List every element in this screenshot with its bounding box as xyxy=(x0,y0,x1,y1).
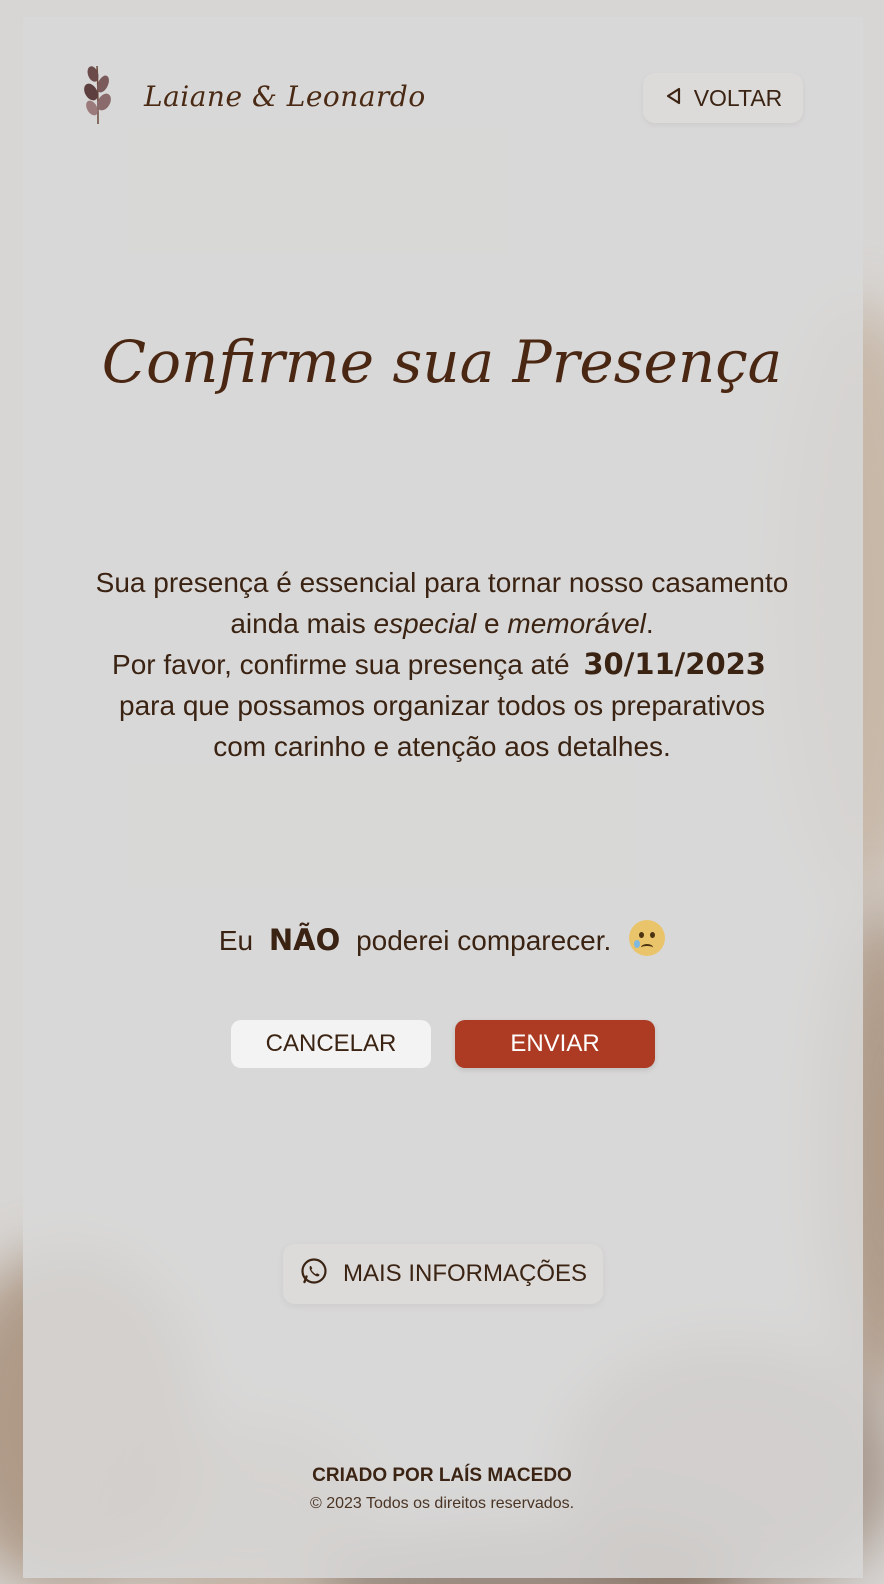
message-line-2-end: para que possamos organizar todos os pre… xyxy=(119,690,765,762)
more-info-button[interactable]: MAIS INFORMAÇÕES xyxy=(283,1244,603,1304)
invitation-message: Sua presença é essencial para tornar nos… xyxy=(92,562,792,767)
message-line-2-start: Por favor, confirme sua presença até xyxy=(112,649,570,680)
triangle-left-icon xyxy=(664,85,684,112)
message-and: e xyxy=(484,608,500,639)
back-button[interactable]: VOLTAR xyxy=(643,73,803,123)
decline-emphasis: NÃO xyxy=(268,923,341,957)
decline-suffix: poderei comparecer. xyxy=(356,925,612,956)
more-info-label: MAIS INFORMAÇÕES xyxy=(342,1260,588,1287)
decline-prefix: Eu xyxy=(218,925,254,956)
page-title: Confirme sua Presença xyxy=(101,328,783,396)
message-special: especial xyxy=(373,608,477,639)
footer-credit: CRIADO POR LAÍS MACEDO xyxy=(312,1465,572,1486)
footer-copyright: © 2023 Todos os direitos reservados. xyxy=(309,1495,575,1512)
site-header: Laiane & Leonardo xyxy=(80,62,426,130)
back-button-label: VOLTAR xyxy=(693,84,783,111)
decline-statement: Eu NÃO poderei comparecer. xyxy=(0,920,884,957)
whatsapp-icon xyxy=(299,1256,329,1293)
content-panel xyxy=(23,17,863,1578)
send-button[interactable]: ENVIAR xyxy=(455,1020,655,1068)
message-period: . xyxy=(645,608,654,639)
cancel-button[interactable]: CANCELAR xyxy=(231,1020,431,1068)
crying-face-icon xyxy=(629,920,666,956)
leaf-logo-icon xyxy=(80,62,116,130)
message-memorable: memorável xyxy=(507,608,646,639)
footer: CRIADO POR LAÍS MACEDO © 2023 Todos os d… xyxy=(0,1465,884,1513)
couple-name: Laiane & Leonardo xyxy=(144,79,426,113)
rsvp-deadline-date: 30/11/2023 xyxy=(583,647,766,681)
